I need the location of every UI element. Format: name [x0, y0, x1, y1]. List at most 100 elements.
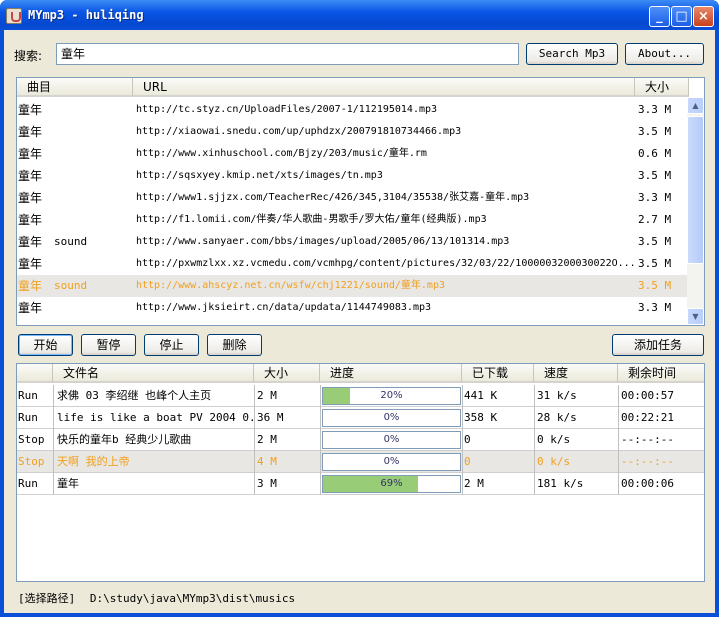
task-downloaded: 0 — [464, 455, 471, 468]
status-bar: [选择路径] D:\study\java\MYmp3\dist\musics — [18, 590, 295, 606]
task-speed: 0 k/s — [537, 455, 571, 468]
col-remaining-header[interactable]: 剩余时间 — [618, 364, 704, 382]
task-state: Stop — [18, 455, 45, 468]
result-row[interactable]: 童年 http://f1.lomii.com/伴奏/华人歌曲-男歌手/罗大佑/童年… — [17, 209, 689, 231]
col-size-header[interactable]: 大小 — [635, 78, 689, 96]
task-speed: 28 k/s — [537, 411, 577, 424]
choose-path-link[interactable]: [选择路径] — [18, 592, 75, 605]
result-row[interactable]: 童年 http://pxwmzlxx.xz.vcmedu.com/vcmhpg/c… — [17, 253, 689, 275]
result-artist — [53, 209, 133, 231]
search-label: 搜索: — [14, 49, 43, 63]
window-title: MYmp3 - huliqing — [28, 8, 144, 22]
task-progress-bar: 20% — [322, 387, 461, 405]
task-progress-bar: 0% — [322, 453, 461, 471]
result-artist — [53, 297, 133, 319]
result-url: http://pxwmzlxx.xz.vcmedu.com/vcmhpg/con… — [136, 258, 635, 269]
result-size: 3.5 M — [638, 257, 672, 270]
result-url: http://www.jksieirt.cn/data/updata/11447… — [136, 302, 432, 313]
result-row[interactable]: 童年 http://sqsxyey.kmip.net/xts/images/tn.… — [17, 165, 689, 187]
result-title: 童年 — [18, 279, 43, 293]
task-file: 童年 — [57, 477, 79, 490]
col-size-header[interactable]: 大小 — [254, 364, 320, 382]
minimize-button[interactable]: _ — [649, 6, 670, 27]
stop-button[interactable]: 停止 — [144, 334, 199, 356]
close-button[interactable]: × — [693, 6, 714, 27]
task-row[interactable]: Stop 天啊 我的上帝 4 M 0% 0 0 k/s --:--:-- — [17, 451, 704, 473]
col-progress-header[interactable]: 进度 — [320, 364, 462, 382]
result-artist — [53, 165, 133, 187]
delete-button[interactable]: 删除 — [207, 334, 262, 356]
task-downloaded: 441 K — [464, 389, 498, 402]
result-url: http://www.ahscyz.net.cn/wsfw/chj1221/so… — [136, 280, 445, 291]
task-remaining: 00:22:21 — [621, 411, 674, 424]
minimize-icon: _ — [656, 9, 663, 24]
result-url: http://www.xinhuschool.com/Bjzy/203/musi… — [136, 148, 427, 159]
result-size: 3.3 M — [638, 191, 672, 204]
task-speed: 181 k/s — [537, 477, 584, 490]
result-artist: sound — [54, 279, 88, 292]
task-progress-label: 20% — [380, 390, 403, 401]
task-downloaded: 358 K — [464, 411, 498, 424]
result-title: 童年 — [18, 103, 43, 117]
task-progress-bar: 0% — [322, 409, 461, 427]
client-area: 搜索: 童年 Search Mp3 About... 曲目 URL 大小 童年 h… — [4, 30, 715, 613]
col-song-header[interactable]: 曲目 — [17, 78, 133, 96]
task-progress-label: 0% — [383, 412, 400, 423]
col-url-header[interactable]: URL — [133, 78, 635, 96]
start-button[interactable]: 开始 — [18, 334, 73, 356]
results-table: 曲目 URL 大小 童年 http://tc.styz.cn/UploadFile… — [16, 77, 705, 326]
task-progress-label: 0% — [383, 456, 400, 467]
result-size: 3.5 M — [638, 235, 672, 248]
maximize-icon: □ — [675, 9, 688, 24]
scroll-down-arrow[interactable]: ▼ — [687, 308, 704, 325]
task-file: 天啊 我的上帝 — [57, 455, 130, 468]
results-header: 曲目 URL 大小 — [17, 78, 689, 97]
task-progress-label: 0% — [383, 434, 400, 445]
task-state: Run — [18, 411, 38, 424]
result-size: 3.3 M — [638, 301, 672, 314]
result-title: 童年 — [18, 125, 43, 139]
result-size: 3.5 M — [638, 169, 672, 182]
results-scrollbar[interactable]: ▲ ▼ — [687, 97, 704, 325]
search-input[interactable]: 童年 — [56, 43, 519, 65]
scroll-thumb[interactable] — [687, 116, 704, 264]
result-row[interactable]: 童年 http://www.xinhuschool.com/Bjzy/203/mu… — [17, 143, 689, 165]
java-app-icon — [6, 8, 22, 24]
task-row[interactable]: Run 童年 3 M 69% 2 M 181 k/s 00:00:06 — [17, 473, 704, 495]
result-row[interactable]: 童年 http://tc.styz.cn/UploadFiles/2007-1/1… — [17, 99, 689, 121]
col-file-header[interactable]: 文件名 — [53, 364, 254, 382]
tasks-header: 文件名 大小 进度 已下载 速度 剩余时间 — [17, 364, 704, 383]
col-speed-header[interactable]: 速度 — [534, 364, 618, 382]
task-size: 3 M — [257, 477, 277, 490]
task-size: 2 M — [257, 389, 277, 402]
title-bar[interactable]: MYmp3 - huliqing _ □ × — [0, 0, 719, 30]
task-progress-bar: 69% — [322, 475, 461, 493]
result-artist: sound — [54, 235, 88, 248]
result-url: http://xiaowai.snedu.com/up/uphdzx/20079… — [136, 126, 462, 137]
result-row[interactable]: 童年 sound http://www.sanyaer.com/bbs/images… — [17, 231, 689, 253]
pause-button[interactable]: 暂停 — [81, 334, 136, 356]
result-size: 3.5 M — [638, 279, 672, 292]
result-title: 童年 — [18, 191, 43, 205]
result-title: 童年 — [18, 169, 43, 183]
result-size: 3.5 M — [638, 125, 672, 138]
col-state-header — [17, 364, 53, 382]
about-button[interactable]: About... — [625, 43, 704, 65]
task-row[interactable]: Stop 快乐的童年b 经典少儿歌曲 2 M 0% 0 0 k/s --:--:-- — [17, 429, 704, 451]
scroll-up-arrow[interactable]: ▲ — [687, 97, 704, 114]
maximize-button[interactable]: □ — [671, 6, 692, 27]
add-task-button[interactable]: 添加任务 — [612, 334, 704, 356]
task-size: 36 M — [257, 411, 284, 424]
result-artist — [53, 99, 133, 121]
task-size: 2 M — [257, 433, 277, 446]
result-row[interactable]: 童年 http://www.jksieirt.cn/data/updata/114… — [17, 297, 689, 319]
search-mp3-button[interactable]: Search Mp3 — [526, 43, 618, 65]
result-row[interactable]: 童年 sound http://www.ahscyz.net.cn/wsfw/chj… — [17, 275, 689, 297]
task-row[interactable]: Run 求佛 03 李绍继 也峰个人主页 2 M 20% 441 K 31 k/s 00:0… — [17, 385, 704, 407]
task-row[interactable]: Run life is like a boat PV 2004 0... 36 M 0… — [17, 407, 704, 429]
result-row[interactable]: 童年 http://xiaowai.snedu.com/up/uphdzx/200… — [17, 121, 689, 143]
result-title: 童年 — [18, 147, 43, 161]
result-title: 童年 — [18, 235, 43, 249]
col-downloaded-header[interactable]: 已下载 — [462, 364, 534, 382]
result-row[interactable]: 童年 http://www1.sjjzx.com/TeacherRec/426/3… — [17, 187, 689, 209]
